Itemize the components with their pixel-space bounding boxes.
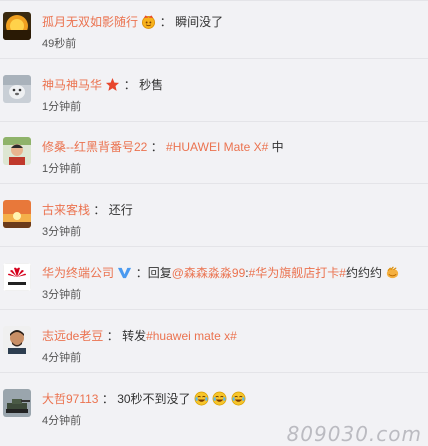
tank-photo-avatar[interactable] bbox=[3, 389, 31, 417]
comment-username[interactable]: 孤月无双如影随行 bbox=[42, 15, 138, 29]
hashtag-link[interactable]: #华为旗舰店打卡# bbox=[249, 266, 346, 280]
comment-feed: 孤月无双如影随行 ： 瞬间没了 49秒前 神马神马华 ： 秒售 1分钟前 修桑-… bbox=[0, 0, 428, 446]
comment-row: 孤月无双如影随行 ： 瞬间没了 49秒前 bbox=[0, 0, 428, 59]
separator: ： bbox=[135, 266, 148, 280]
separator: ： bbox=[101, 392, 114, 406]
hashtag-link[interactable]: #huawei mate x# bbox=[146, 329, 237, 343]
laugh-cry-emoji bbox=[231, 391, 246, 406]
comment-time: 4分钟前 bbox=[42, 415, 82, 427]
man-portrait-avatar[interactable] bbox=[3, 326, 31, 354]
comment-text: 回复 bbox=[147, 266, 172, 280]
comment-row: 古来客栈 ： 还行 3分钟前 bbox=[0, 188, 428, 247]
watermark: 809030.com bbox=[286, 422, 422, 446]
comment-time: 49秒前 bbox=[42, 38, 77, 50]
comment-text: 还行 bbox=[108, 203, 133, 217]
comment-text: 瞬间没了 bbox=[175, 15, 224, 29]
comment-time: 1分钟前 bbox=[42, 101, 82, 113]
red-star-icon bbox=[106, 77, 120, 91]
laugh-cry-emoji bbox=[212, 391, 227, 406]
huawei-logo-avatar[interactable] bbox=[3, 263, 31, 291]
comment-time: 3分钟前 bbox=[42, 289, 82, 301]
comment-text: 秒售 bbox=[139, 78, 164, 92]
laugh-cry-emoji bbox=[194, 391, 209, 406]
separator: ： bbox=[106, 329, 119, 343]
comment-username[interactable]: 古来客栈 bbox=[42, 203, 90, 217]
verified-v-icon bbox=[118, 267, 132, 279]
person-photo-avatar[interactable] bbox=[3, 137, 31, 165]
comment-row: 修桑--红黑背番号22 ： #HUAWEI Mate X# 中 1分钟前 bbox=[0, 125, 428, 184]
mention-link[interactable]: @森森淼淼99 bbox=[172, 266, 246, 280]
comment-time: 4分钟前 bbox=[42, 352, 82, 364]
comment-username[interactable]: 华为终端公司 bbox=[42, 266, 114, 280]
comment-row: 华为终端公司 ：回复@森森淼淼99:#华为旗舰店打卡#约约约 3分钟前 bbox=[0, 251, 428, 310]
crown-face-emoji bbox=[142, 15, 156, 29]
comment-text: 约约约 bbox=[345, 266, 382, 280]
pet-photo-avatar[interactable] bbox=[3, 75, 31, 103]
comment-time: 1分钟前 bbox=[42, 163, 82, 175]
comment-username[interactable]: 神马神马华 bbox=[42, 78, 102, 92]
hashtag-link[interactable]: #HUAWEI Mate X# bbox=[166, 140, 268, 154]
comment-username[interactable]: 大哲97113 bbox=[42, 392, 98, 406]
sunset-sky-avatar[interactable] bbox=[3, 200, 31, 228]
sunset-avatar[interactable] bbox=[3, 12, 31, 40]
separator: ： bbox=[123, 78, 136, 92]
comment-text: 转发 bbox=[122, 329, 147, 343]
separator: ： bbox=[150, 140, 163, 154]
separator: ： bbox=[93, 203, 106, 217]
comment-row: 神马神马华 ： 秒售 1分钟前 bbox=[0, 63, 428, 122]
comment-row: 志远de老豆 ： 转发#huawei mate x# 4分钟前 bbox=[0, 314, 428, 373]
comment-username[interactable]: 志远de老豆 bbox=[42, 329, 103, 343]
comment-username[interactable]: 修桑--红黑背番号22 bbox=[42, 140, 147, 154]
separator: ： bbox=[159, 15, 172, 29]
comment-text: 30秒不到没了 bbox=[117, 392, 191, 406]
comment-text: 中 bbox=[268, 140, 284, 154]
clapping-hand-emoji bbox=[387, 266, 399, 279]
comment-time: 3分钟前 bbox=[42, 226, 82, 238]
